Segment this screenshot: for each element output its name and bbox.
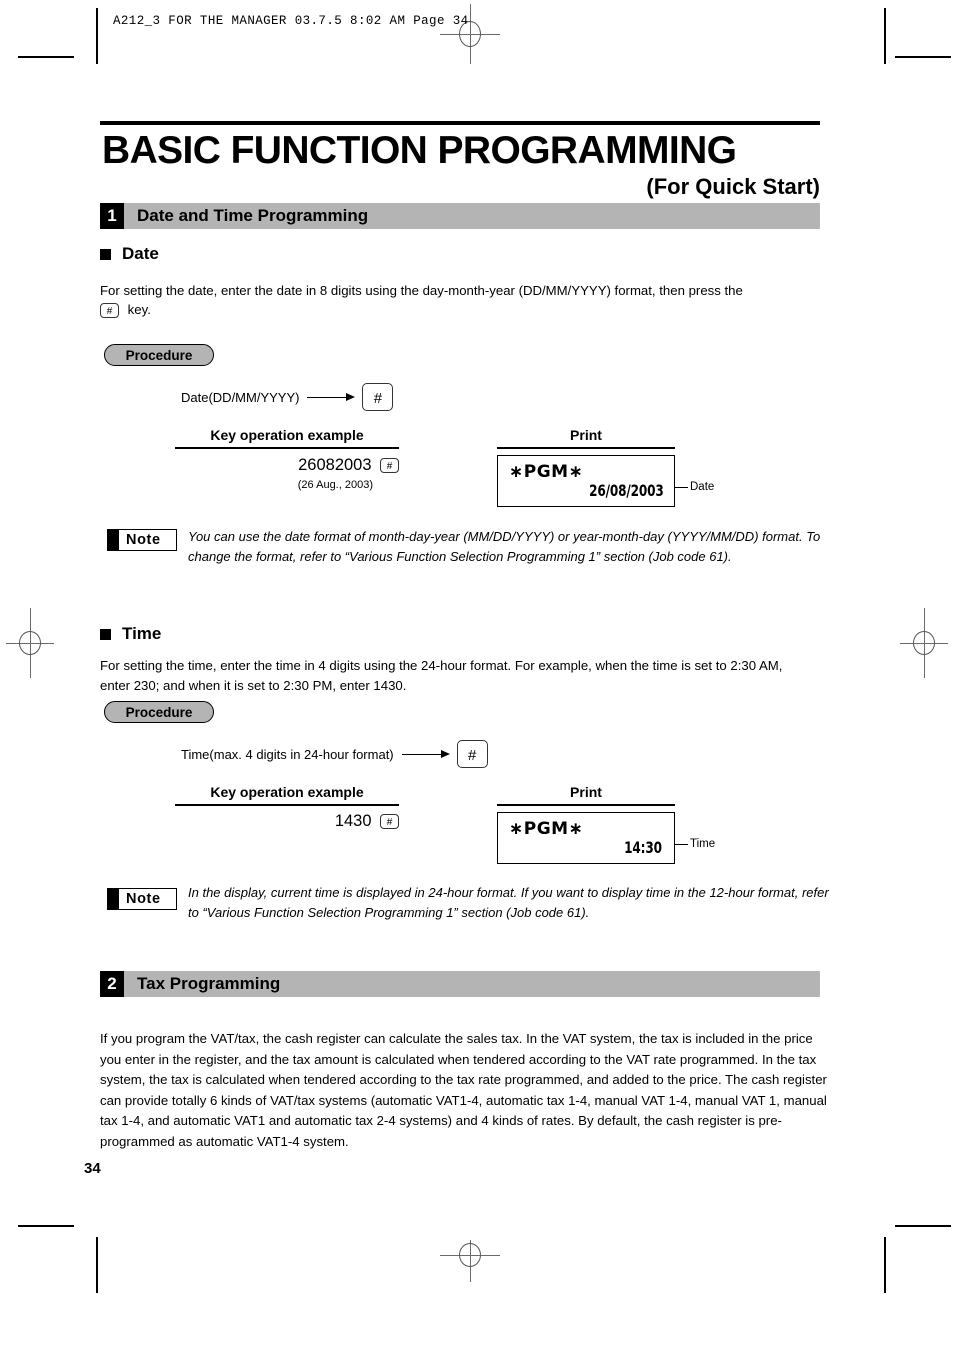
procedure-pill-time: Procedure [104,701,214,723]
hash-key-button-time[interactable]: # [456,740,488,768]
time-key-operation: 1430 # [175,812,399,831]
note-text-date: You can use the date format of month-day… [188,529,821,564]
registration-mark-right [894,608,954,678]
procedure-pill-date: Procedure [104,344,214,366]
date-intro-line-2: # key. [100,300,500,320]
date-column-caption-keyop: Key operation example [210,427,364,443]
time-column-caption-print: Print [570,784,602,800]
section-number-2: 2 [100,971,124,997]
date-print-header: ∗PGM∗ [509,462,584,482]
note-bar-icon-time [108,889,119,909]
date-print-value: 26/08/2003 [589,481,665,500]
date-column-caption-print: Print [570,427,602,443]
running-head-rule [96,8,97,64]
crop-mark-top-right-vertical [884,8,886,64]
bullet-square-icon-time [100,628,111,640]
note-badge-date: Note [107,529,177,551]
subsection-label-date: Date [122,244,159,263]
arrow-right-icon-time [401,749,450,759]
bullet-square-icon [100,248,111,260]
date-callout-leader [675,487,688,489]
note-label-time: Note [126,891,161,907]
time-column-rule-keyop [175,804,399,806]
date-procedure-flow: Date(DD/MM/YYYY) # [181,383,394,411]
tax-body-text: If you program the VAT/tax, the cash reg… [100,1031,827,1149]
page-number: 34 [84,1160,101,1177]
date-key-digits: 26082003 [298,456,372,474]
section-number-1: 1 [100,203,124,229]
time-column-rule-print [497,804,675,806]
date-print-sample: ∗PGM∗ 26/08/2003 [497,455,675,507]
section-heading-2: Tax Programming [124,971,820,997]
page-canvas: A212_3 FOR THE MANAGER 03.7.5 8:02 AM Pa… [0,0,954,1351]
registration-mark-bottom [440,1240,500,1300]
registration-mark-top [440,4,500,64]
crop-mark-bottom-left-vertical [96,1237,98,1293]
crop-mark-top-left-horizontal [18,56,74,58]
hash-key-button-date[interactable]: # [362,383,394,411]
time-flow-label: Time(max. 4 digits in 24-hour format) [181,746,394,762]
time-callout-label: Time [690,838,716,850]
time-column-caption-keyop: Key operation example [210,784,364,800]
page-subtitle: (For Quick Start) [646,174,820,199]
section-heading-1: Date and Time Programming [124,203,820,229]
note-text-time: In the display, current time is displaye… [188,885,829,920]
running-head: A212_3 FOR THE MANAGER 03.7.5 8:02 AM Pa… [113,14,469,28]
time-print-sample: ∗PGM∗ 14:30 [497,812,675,864]
subsection-heading-time: Time [100,624,161,644]
note-badge-time: Note [107,888,177,910]
note-label-date: Note [126,532,161,548]
time-intro: For setting the time, enter the time in … [100,658,783,693]
page-title: BASIC FUNCTION PROGRAMMING [102,129,737,172]
date-column-rule-keyop [175,447,399,449]
date-column-rule-print [497,447,675,449]
time-key-digits: 1430 [334,812,372,830]
crop-mark-bottom-left-horizontal [18,1225,74,1227]
date-key-operation-note: (26 Aug., 2003) [297,479,373,491]
subsection-label-time: Time [122,624,162,643]
date-intro-line-1: For setting the date, enter the date in … [100,283,743,298]
arrow-right-icon [307,392,356,402]
date-key-operation: 26082003 # [175,456,399,475]
time-print-value: 14:30 [624,838,662,857]
crop-mark-top-right-horizontal [895,56,951,58]
hash-key-icon: # [100,303,119,319]
time-print-header: ∗PGM∗ [509,819,584,839]
hash-key-icon-date-example: # [380,458,399,473]
crop-mark-bottom-right-vertical [884,1237,886,1293]
registration-mark-left [0,608,60,678]
note-bar-icon [108,530,119,550]
subsection-heading-date: Date [100,244,159,264]
time-callout-leader [675,844,688,846]
crop-mark-bottom-right-horizontal [895,1225,951,1227]
date-callout-label: Date [690,481,715,493]
hash-key-icon-time-example: # [380,814,399,829]
date-flow-label: Date(DD/MM/YYYY) [181,389,300,405]
section-bar-2: 2 Tax Programming [100,971,820,997]
date-intro-line-2-text: key. [127,302,151,317]
section-bar-1: 1 Date and Time Programming [100,203,820,229]
time-procedure-flow: Time(max. 4 digits in 24-hour format) # [181,740,488,768]
title-top-rule [100,121,820,125]
